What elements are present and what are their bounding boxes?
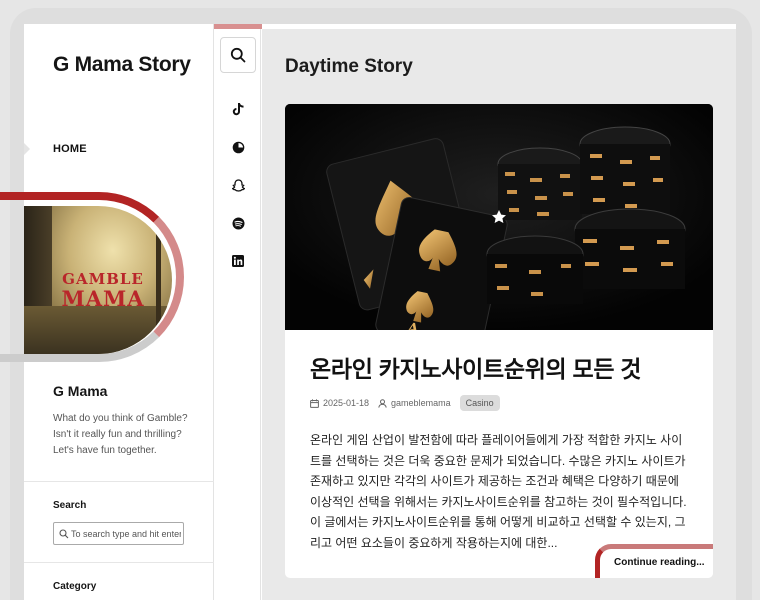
post-title[interactable]: 온라인 카지노사이트순위의 모든 것 <box>310 350 641 384</box>
post-featured-image[interactable]: A <box>285 104 713 330</box>
post-card: A 온라인 카지노사이트순위의 모든 것 2025-01-18 gameblem… <box>285 104 713 578</box>
search-icon <box>230 47 246 63</box>
author-name: G Mama <box>53 383 108 399</box>
search-icon <box>59 528 69 538</box>
pie-chart-icon[interactable] <box>230 139 246 155</box>
sidebar-search-box[interactable] <box>53 522 184 545</box>
social-icon-rail <box>215 29 261 600</box>
divider <box>24 481 214 482</box>
post-author[interactable]: gameblemama <box>378 398 451 408</box>
author-bio: What do you think of Gamble? Isn't it re… <box>53 413 188 456</box>
linkedin-icon[interactable] <box>230 253 246 269</box>
sidebar: G Mama Story HOME GAMBLE MAMA G Mama Wha… <box>0 24 214 600</box>
snapchat-icon[interactable] <box>230 177 246 193</box>
post-date: 2025-01-18 <box>310 398 369 408</box>
post-category-tag[interactable]: Casino <box>459 395 500 411</box>
search-widget-title: Search <box>53 500 87 511</box>
continue-reading-button[interactable]: Continue reading... <box>595 544 713 578</box>
calendar-icon <box>310 398 319 408</box>
main-content: Daytime Story A 온라인 카지노사이트순위의 모든 것 2025-… <box>262 29 736 600</box>
page-heading: Daytime Story <box>285 56 413 77</box>
user-icon <box>378 398 387 408</box>
logo-text-line2: MAMA <box>61 286 145 311</box>
post-meta: 2025-01-18 gameblemama Casino <box>310 394 500 412</box>
sidebar-search-input[interactable] <box>71 528 181 539</box>
category-widget-title: Category <box>53 581 97 592</box>
spotify-icon[interactable] <box>230 215 246 231</box>
site-title[interactable]: G Mama Story <box>53 52 203 78</box>
tiktok-icon[interactable] <box>230 101 246 117</box>
post-author-text[interactable]: gameblemama <box>391 398 451 408</box>
post-excerpt: 온라인 게임 산업이 발전함에 따라 플레이어들에게 가장 적합한 카지노 사이… <box>310 433 687 550</box>
nav-active-marker <box>24 143 30 155</box>
site-logo-image: GAMBLE MAMA <box>24 206 172 354</box>
continue-reading-label[interactable]: Continue reading... <box>614 557 705 568</box>
rail-search-button[interactable] <box>220 37 256 73</box>
post-date-text: 2025-01-18 <box>323 398 370 408</box>
divider <box>24 562 214 563</box>
page: G Mama Story HOME GAMBLE MAMA G Mama Wha… <box>0 24 736 600</box>
nav-item-home[interactable]: HOME <box>53 143 87 155</box>
